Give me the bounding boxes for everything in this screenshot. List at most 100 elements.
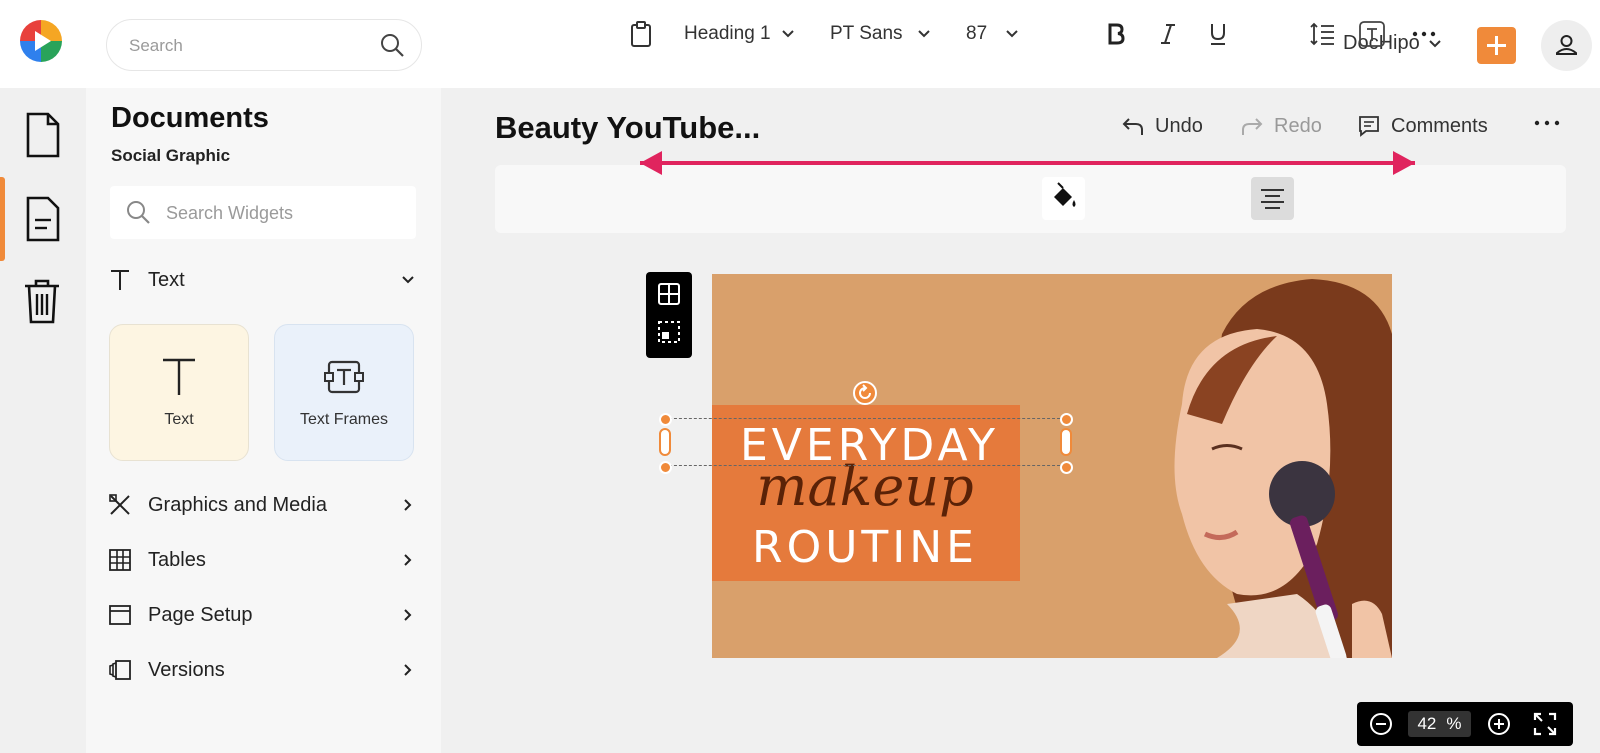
arrow-head-left-icon xyxy=(640,151,662,175)
woman-makeup-photo xyxy=(1127,274,1392,658)
more-horizontal-icon xyxy=(1412,31,1436,37)
create-new-button[interactable] xyxy=(1477,27,1516,64)
line-spacing-icon xyxy=(1310,22,1334,46)
comments-label: Comments xyxy=(1391,114,1488,137)
clipboard-icon xyxy=(631,21,651,47)
chevron-right-icon xyxy=(400,497,416,513)
pen-ruler-icon xyxy=(106,491,134,519)
dochipo-logo[interactable] xyxy=(18,18,64,64)
rotate-icon xyxy=(859,384,871,399)
section-label: Graphics and Media xyxy=(148,493,327,516)
text-widget-card[interactable]: Text xyxy=(109,324,249,461)
resize-handle-left[interactable] xyxy=(659,428,671,456)
font-size-value: 87 xyxy=(966,23,988,44)
canvas-heading-line3[interactable]: ROUTINE xyxy=(740,522,990,573)
more-horizontal-icon xyxy=(1534,120,1560,126)
chevron-down-icon xyxy=(917,30,930,38)
text-frame-icon xyxy=(324,357,364,397)
resize-handle-right[interactable] xyxy=(1060,428,1072,456)
table-icon xyxy=(106,546,134,574)
align-center-button[interactable] xyxy=(1251,177,1294,220)
comments-button[interactable]: Comments xyxy=(1357,114,1488,138)
rail-active-indicator xyxy=(0,177,5,261)
text-box-icon xyxy=(1359,21,1385,47)
user-icon xyxy=(1556,35,1577,55)
zoom-in-icon[interactable] xyxy=(1487,712,1511,736)
page-setup-icon xyxy=(106,601,134,629)
widget-search-input[interactable]: Search Widgets xyxy=(110,186,416,239)
zoom-out-icon[interactable] xyxy=(1369,712,1393,736)
document-title[interactable]: Beauty YouTube... xyxy=(495,110,760,146)
chevron-down-icon xyxy=(1006,30,1018,38)
underline-icon xyxy=(1211,24,1225,45)
comment-icon xyxy=(1359,116,1379,137)
rotate-handle[interactable] xyxy=(853,381,877,405)
more-options-button[interactable] xyxy=(1534,118,1560,128)
font-size-dropdown[interactable]: 87 xyxy=(966,0,1019,68)
rail-widgets-button[interactable] xyxy=(20,194,64,244)
resize-handle-top-right[interactable] xyxy=(1060,413,1073,426)
search-placeholder: Search xyxy=(129,36,183,55)
section-graphics-media[interactable]: Graphics and Media xyxy=(106,488,416,522)
zoom-level[interactable]: 42 % xyxy=(1408,711,1471,737)
redo-button[interactable]: Redo xyxy=(1240,114,1322,138)
resize-handle-top-left[interactable] xyxy=(659,413,672,426)
user-avatar-button[interactable] xyxy=(1541,20,1592,71)
document-icon xyxy=(26,112,60,158)
italic-button[interactable] xyxy=(1158,0,1178,68)
resize-handle-bottom-right[interactable] xyxy=(1060,461,1073,474)
redo-icon xyxy=(1242,118,1263,135)
search-icon[interactable] xyxy=(379,32,405,58)
formatting-toolbar xyxy=(495,165,1566,233)
rail-trash-button[interactable] xyxy=(20,276,64,326)
toolbar-more-button[interactable] xyxy=(1412,0,1436,68)
annotation-arrow xyxy=(640,161,1415,165)
grid-icon[interactable] xyxy=(657,282,681,306)
panel-title: Documents xyxy=(111,102,269,134)
element-quick-toolbar xyxy=(646,272,692,358)
design-canvas[interactable]: EVERYDAY makeup ROUTINE xyxy=(712,274,1392,658)
section-page-setup[interactable]: Page Setup xyxy=(106,598,416,632)
document-lines-icon xyxy=(26,196,60,242)
underline-button[interactable] xyxy=(1208,0,1228,68)
text-box-button[interactable] xyxy=(1358,0,1386,68)
chevron-right-icon xyxy=(400,552,416,568)
zoom-value: 42 xyxy=(1417,714,1437,733)
versions-icon xyxy=(106,656,134,684)
select-area-icon[interactable] xyxy=(657,320,681,344)
font-family-dropdown[interactable]: PT Sans xyxy=(830,0,931,68)
trash-icon xyxy=(25,279,59,324)
bold-icon xyxy=(1108,23,1125,45)
fullscreen-icon[interactable] xyxy=(1533,712,1557,736)
line-spacing-button[interactable] xyxy=(1310,0,1336,68)
widget-search-placeholder: Search Widgets xyxy=(166,203,294,223)
section-text-label: Text xyxy=(148,268,185,291)
rail-documents-button[interactable] xyxy=(20,110,64,160)
section-text[interactable]: Text xyxy=(106,263,416,297)
clipboard-button[interactable] xyxy=(628,0,654,68)
left-rail xyxy=(0,88,86,753)
bold-button[interactable] xyxy=(1106,0,1126,68)
text-style-value: Heading 1 xyxy=(684,23,771,44)
arrow-head-right-icon xyxy=(1393,151,1415,175)
resize-handle-bottom-left[interactable] xyxy=(659,461,672,474)
section-label: Page Setup xyxy=(148,603,253,626)
italic-icon xyxy=(1161,24,1175,44)
section-label: Tables xyxy=(148,548,206,571)
text-frames-widget-card[interactable]: Text Frames xyxy=(274,324,414,461)
global-search-input[interactable]: Search xyxy=(106,19,422,71)
section-tables[interactable]: Tables xyxy=(106,543,416,577)
fill-color-button[interactable] xyxy=(1042,177,1085,220)
undo-button[interactable]: Undo xyxy=(1121,114,1203,138)
undo-label: Undo xyxy=(1155,114,1203,137)
font-family-value: PT Sans xyxy=(830,23,903,44)
text-style-dropdown[interactable]: Heading 1 xyxy=(684,0,795,68)
paint-bucket-icon xyxy=(1054,182,1076,207)
section-label: Versions xyxy=(148,658,225,681)
zoom-controls: 42 % xyxy=(1357,702,1573,746)
panel-subtitle: Social Graphic xyxy=(111,146,231,165)
redo-label: Redo xyxy=(1274,114,1322,137)
search-icon xyxy=(125,199,151,225)
section-versions[interactable]: Versions xyxy=(106,653,416,687)
widgets-panel: Documents Social Graphic Search Widgets … xyxy=(86,88,441,753)
